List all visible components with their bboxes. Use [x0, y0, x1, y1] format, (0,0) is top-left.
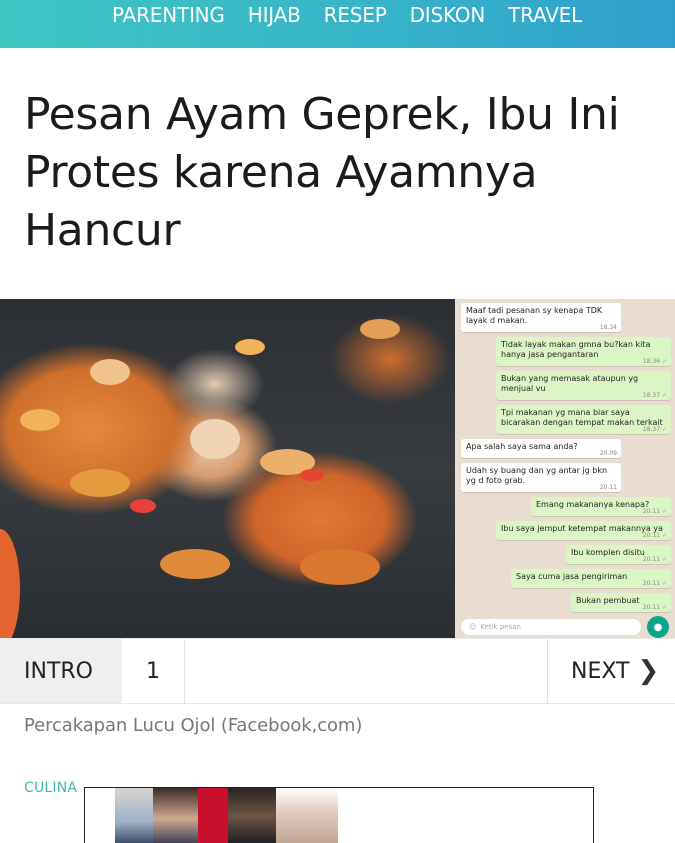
nav-item-travel[interactable]: TRAVEL — [508, 5, 582, 25]
nav-item-resep[interactable]: RESEP — [324, 5, 387, 25]
intro-label: INTRO — [24, 658, 93, 684]
chat-message-time: 20.11 — [643, 533, 667, 539]
nav-item-parenting[interactable]: PARENTING — [112, 5, 225, 25]
chat-message-time: 18.37 — [643, 427, 667, 433]
chat-message: Udah sy buang dan yg antar jg bkn yg d f… — [461, 463, 621, 492]
chat-message-text: Emang makananya kenapa? — [536, 500, 650, 509]
chat-message-time: 18.37 — [643, 393, 667, 399]
fried-chicken-photo — [0, 299, 455, 638]
chat-input-bar: ☺ Ketik pesan ● — [455, 616, 675, 638]
chat-message-text: Apa salah saya sama anda? — [466, 442, 578, 451]
nav-item-diskon[interactable]: DISKON — [410, 5, 486, 25]
next-label: NEXT — [571, 658, 630, 684]
chat-message-time: 20.11 — [643, 605, 667, 611]
chat-message-text: Bukan yang memasak ataupun yg menjual vu — [501, 374, 639, 393]
chat-message: Ibu komplen disitu 20.11 — [566, 545, 671, 564]
top-nav: PARENTING HIJAB RESEP DISKON TRAVEL — [0, 0, 675, 48]
chat-message: Emang makananya kenapa? 20.11 — [531, 497, 671, 516]
chat-message-text: Ibu komplen disitu — [571, 548, 645, 557]
chat-message-time: 18.34 — [599, 324, 617, 331]
chat-message-text: Tidak layak makan gmna bu?kan kita hanya… — [501, 340, 651, 359]
chat-message-time: 20.11 — [599, 484, 617, 491]
whatsapp-chat-screenshot: Maaf tadi pesanan sy kenapa TDK layak d … — [455, 299, 675, 638]
chat-input-placeholder: Ketik pesan — [480, 623, 521, 631]
image-caption: Percakapan Lucu Ojol (Facebook,com) — [24, 715, 363, 736]
advertisement-banner[interactable] — [84, 787, 594, 843]
chat-message-text: Maaf tadi pesanan sy kenapa TDK layak d … — [466, 306, 603, 325]
chat-message-time: 20.11 — [643, 557, 667, 563]
chat-message: Tidak layak makan gmna bu?kan kita hanya… — [496, 337, 671, 366]
chat-message: Bukan pembuat 20.11 — [571, 593, 671, 612]
chat-message-time: 18.36 — [643, 359, 667, 365]
chat-input-field: ☺ Ketik pesan — [461, 619, 641, 635]
chat-message-text: Saya cuma jasa pengiriman — [516, 572, 628, 581]
chat-message-time: 20.11 — [643, 581, 667, 587]
nav-item-hijab[interactable]: HIJAB — [248, 5, 301, 25]
microphone-icon: ● — [647, 616, 669, 638]
page-number-button[interactable]: 1 — [122, 639, 185, 703]
emoji-icon: ☺ — [469, 623, 477, 631]
chat-message-text: Ibu saya jemput ketempat makannya ya — [501, 524, 663, 533]
article-category[interactable]: CULINA — [24, 780, 77, 796]
chat-message: Bukan yang memasak ataupun yg menjual vu… — [496, 371, 671, 400]
chat-message: Maaf tadi pesanan sy kenapa TDK layak d … — [461, 303, 621, 332]
chat-message-time: 20.09 — [599, 450, 617, 457]
chat-message-text: Tpi makanan yg mana biar saya bicarakan … — [501, 408, 663, 427]
chat-message-time: 20.11 — [643, 509, 667, 515]
chat-message-text: Bukan pembuat — [576, 596, 640, 605]
article-title: Pesan Ayam Geprek, Ibu Ini Protes karena… — [24, 89, 620, 256]
article-hero-image: Maaf tadi pesanan sy kenapa TDK layak d … — [0, 299, 675, 638]
intro-button[interactable]: INTRO — [0, 639, 122, 703]
next-button[interactable]: NEXT ❯ — [547, 639, 675, 703]
chat-message: Ibu saya jemput ketempat makannya ya 20.1… — [496, 521, 671, 540]
chat-message: Tpi makanan yg mana biar saya bicarakan … — [496, 405, 671, 434]
chat-message: Apa salah saya sama anda? 20.09 — [461, 439, 621, 458]
chevron-right-icon: ❯ — [637, 656, 660, 686]
chat-message: Saya cuma jasa pengiriman 20.11 — [511, 569, 671, 588]
article-pager: INTRO 1 NEXT ❯ — [0, 638, 675, 704]
page-number-label: 1 — [146, 658, 160, 684]
chat-message-text: Udah sy buang dan yg antar jg bkn yg d f… — [466, 466, 608, 485]
